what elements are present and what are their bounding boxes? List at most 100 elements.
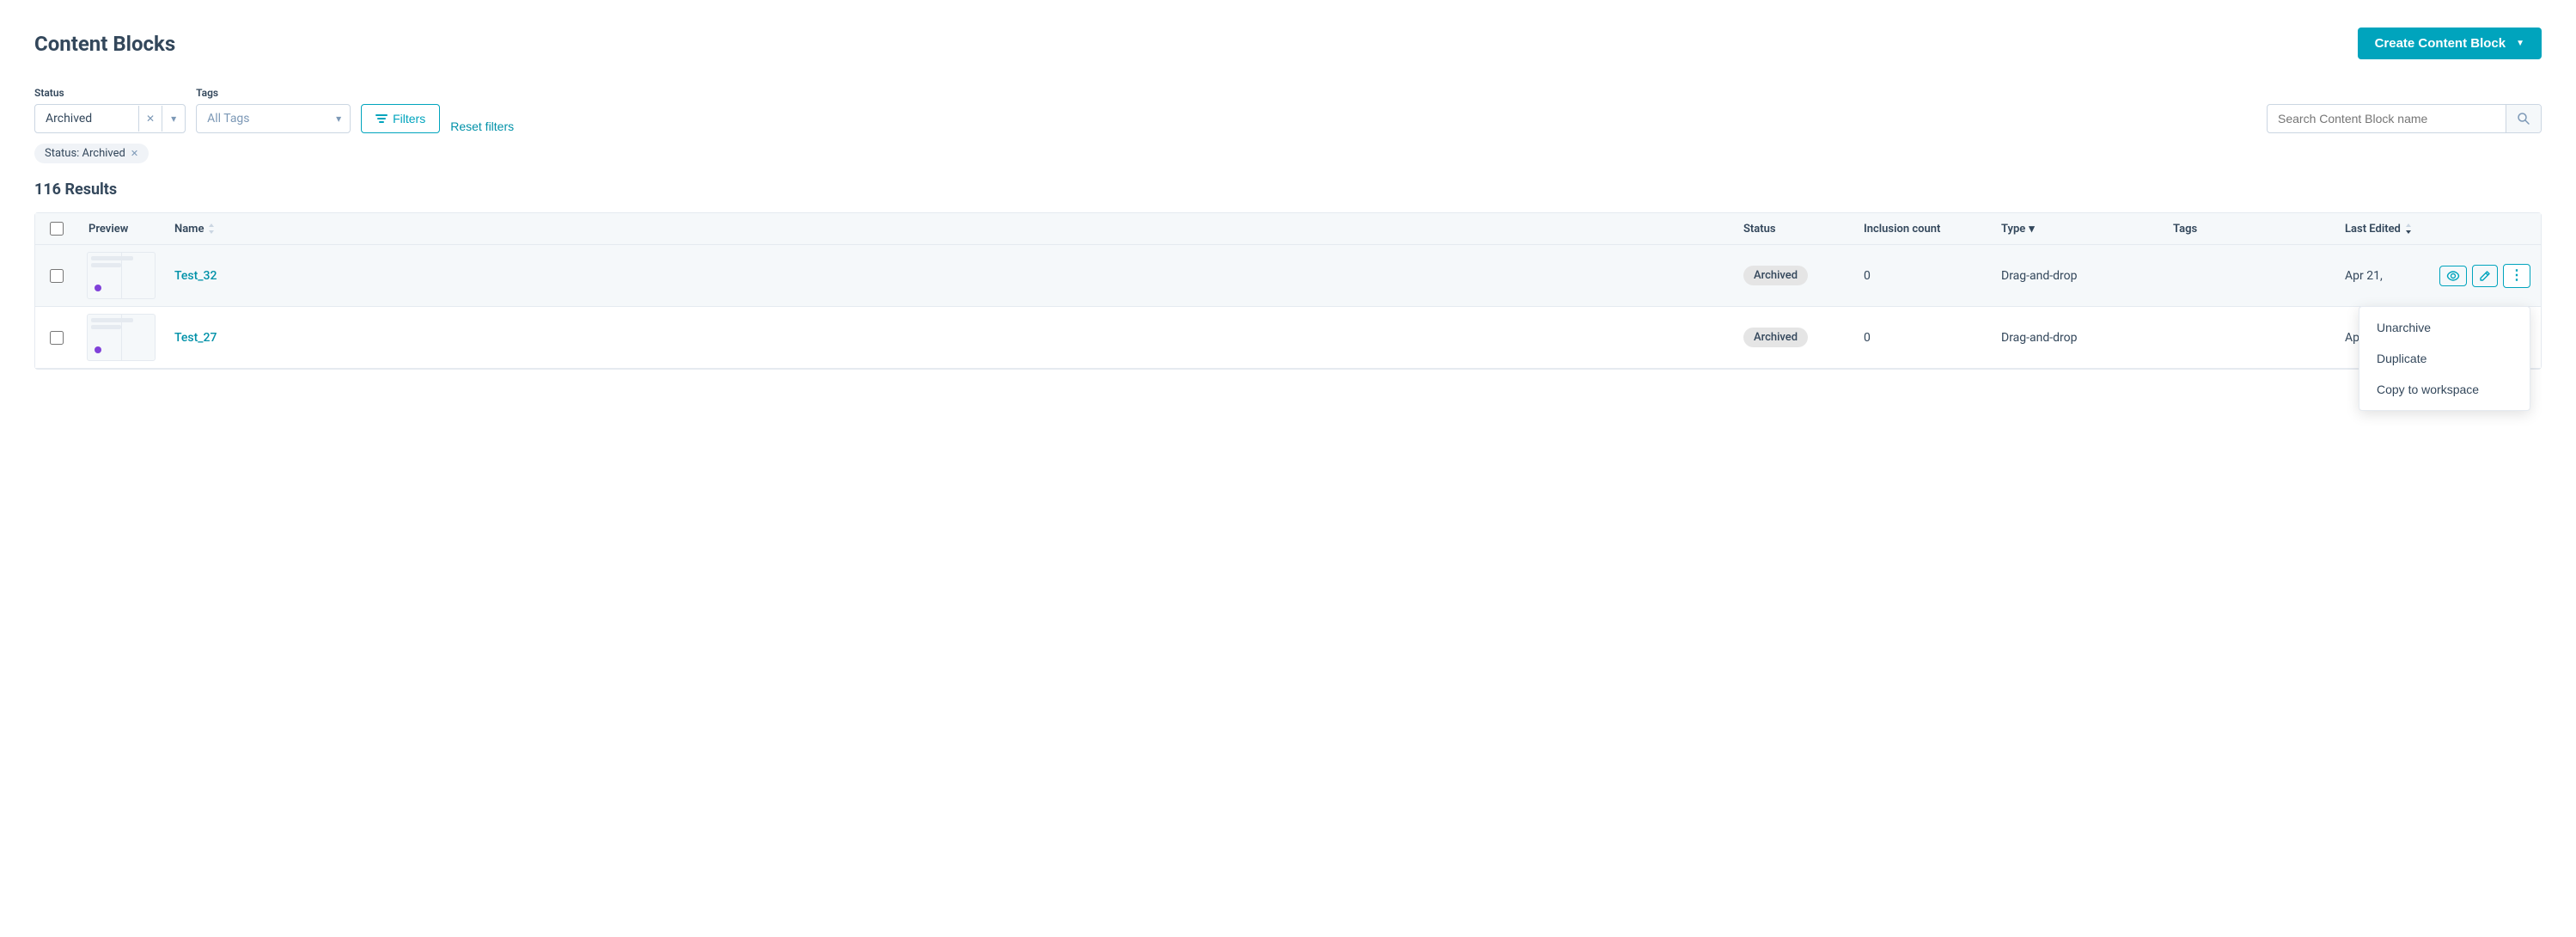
- th-name[interactable]: Name: [164, 223, 1733, 236]
- th-tags: Tags: [2163, 223, 2335, 236]
- filter-lines-icon: [375, 114, 388, 123]
- tags-filter-group: Tags All Tags ▾: [196, 87, 351, 133]
- status-filter-value: Archived: [35, 105, 138, 132]
- filters-button-label: Filters: [393, 112, 425, 126]
- table-row: Test_32 Archived 0 Drag-and-drop Apr 21,: [35, 245, 2541, 307]
- th-name-label: Name: [174, 223, 204, 236]
- row2-preview-thumb: [87, 314, 156, 361]
- last-edited-sort-icon: [2404, 223, 2413, 235]
- th-checkbox: [35, 222, 78, 236]
- row1-type-cell: Drag-and-drop: [1991, 257, 2163, 295]
- row1-status-badge: Archived: [1743, 266, 1808, 285]
- th-status-label: Status: [1743, 223, 1776, 236]
- row2-preview-dot: [95, 346, 101, 353]
- filter-line-1: [375, 114, 388, 116]
- row2-status-badge: Archived: [1743, 328, 1808, 347]
- search-icon: [2517, 112, 2530, 126]
- select-all-checkbox[interactable]: [50, 222, 64, 236]
- row1-name-link[interactable]: Test_32: [174, 269, 217, 283]
- search-wrapper: [2267, 104, 2542, 133]
- th-inclusion-count: Inclusion count: [1853, 223, 1991, 236]
- row2-tags-cell: [2163, 326, 2335, 350]
- row1-context-menu: Unarchive Duplicate Copy to workspace: [2359, 306, 2530, 411]
- status-filter-label: Status: [34, 87, 186, 99]
- filters-button[interactable]: Filters: [361, 104, 440, 133]
- status-filter-dropdown-button[interactable]: ▾: [162, 106, 185, 132]
- th-type-label: Type: [2001, 223, 2025, 236]
- row1-preview-line2: [91, 263, 121, 267]
- table-header: Preview Name Status Inclusion count Type: [35, 213, 2541, 245]
- filters-row: Status Archived ✕ ▾ Tags All Tags: [34, 87, 2542, 133]
- th-inclusion-count-label: Inclusion count: [1864, 223, 1940, 236]
- th-preview: Preview: [78, 223, 164, 236]
- remove-active-filter-button[interactable]: ✕: [131, 148, 138, 159]
- tags-filter-dropdown-button[interactable]: ▾: [327, 106, 350, 132]
- tags-dropdown-arrow-icon: ▾: [336, 113, 341, 125]
- search-input[interactable]: [2268, 105, 2506, 132]
- page-container: Content Blocks Create Content Block ▼ St…: [0, 0, 2576, 397]
- tags-filter-label: Tags: [196, 87, 351, 99]
- row2-checkbox-cell: [35, 319, 78, 357]
- tags-filter-placeholder: All Tags: [197, 105, 327, 132]
- page-header: Content Blocks Create Content Block ▼: [34, 28, 2542, 59]
- name-sort-icon: [207, 223, 216, 235]
- row1-preview-cell: [78, 245, 164, 306]
- row2-name-cell: Test_27: [164, 319, 1733, 357]
- row2-name-link[interactable]: Test_27: [174, 331, 217, 345]
- create-button-label: Create Content Block: [2375, 36, 2506, 51]
- row2-preview-line1: [91, 318, 133, 322]
- row1-edit-button[interactable]: [2472, 265, 2498, 287]
- remove-tag-icon: ✕: [131, 148, 138, 159]
- content-blocks-table: Preview Name Status Inclusion count Type: [34, 212, 2542, 370]
- row2-inclusion-count-cell: 0: [1853, 319, 1991, 357]
- copy-to-workspace-menu-item[interactable]: Copy to workspace: [2359, 374, 2530, 405]
- active-filters: Status: Archived ✕: [34, 144, 2542, 163]
- th-type[interactable]: Type ▾: [1991, 223, 2163, 236]
- row1-preview-thumb: [87, 252, 156, 299]
- duplicate-menu-item[interactable]: Duplicate: [2359, 343, 2530, 374]
- create-content-block-button[interactable]: Create Content Block ▼: [2358, 28, 2542, 59]
- row1-more-button[interactable]: ⋮: [2503, 264, 2530, 288]
- th-tags-label: Tags: [2173, 223, 2197, 236]
- results-count: 116 Results: [34, 181, 2542, 199]
- search-button[interactable]: [2506, 105, 2541, 132]
- filters-icon: [375, 114, 388, 123]
- th-last-edited[interactable]: Last Edited: [2335, 223, 2489, 236]
- filters-section: Status Archived ✕ ▾ Tags All Tags: [34, 87, 2542, 163]
- create-button-dropdown-arrow: ▼: [2516, 39, 2524, 48]
- row2-preview-line2: [91, 325, 121, 329]
- active-filter-tag-label: Status: Archived: [45, 147, 125, 160]
- row2-status-cell: Archived: [1733, 315, 1853, 359]
- more-icon: ⋮: [2510, 269, 2524, 283]
- tags-filter-select-wrapper: All Tags ▾: [196, 104, 351, 133]
- status-filter-group: Status Archived ✕ ▾: [34, 87, 186, 133]
- row1-preview-line1: [91, 256, 133, 260]
- filter-line-2: [377, 118, 386, 119]
- page-title: Content Blocks: [34, 32, 175, 56]
- row1-actions-cell: ⋮: [2489, 252, 2541, 300]
- reset-filters-label: Reset filters: [450, 119, 514, 133]
- active-filter-tag-archived: Status: Archived ✕: [34, 144, 149, 163]
- table-row: Test_27 Archived 0 Drag-and-drop Apr 21,: [35, 307, 2541, 369]
- th-last-edited-label: Last Edited: [2345, 223, 2401, 236]
- row1-name-cell: Test_32: [164, 257, 1733, 295]
- row1-inclusion-count-cell: 0: [1853, 257, 1991, 295]
- row1-checkbox[interactable]: [50, 269, 64, 283]
- type-dropdown-arrow-icon: ▾: [2029, 223, 2035, 236]
- th-preview-label: Preview: [89, 223, 128, 236]
- row2-checkbox[interactable]: [50, 331, 64, 345]
- row1-preview-dot: [95, 285, 101, 291]
- status-filter-clear-button[interactable]: ✕: [138, 106, 162, 132]
- th-status: Status: [1733, 223, 1853, 236]
- row2-preview-divider: [121, 315, 122, 360]
- status-clear-icon: ✕: [146, 113, 155, 125]
- row1-checkbox-cell: [35, 257, 78, 295]
- status-dropdown-arrow-icon: ▾: [171, 113, 176, 125]
- status-filter-select-wrapper: Archived ✕ ▾: [34, 104, 186, 133]
- reset-filters-button[interactable]: Reset filters: [450, 119, 514, 133]
- row1-view-button[interactable]: [2439, 266, 2467, 286]
- edit-icon: [2479, 270, 2491, 282]
- unarchive-menu-item[interactable]: Unarchive: [2359, 312, 2530, 343]
- row1-tags-cell: [2163, 264, 2335, 288]
- row2-type-cell: Drag-and-drop: [1991, 319, 2163, 357]
